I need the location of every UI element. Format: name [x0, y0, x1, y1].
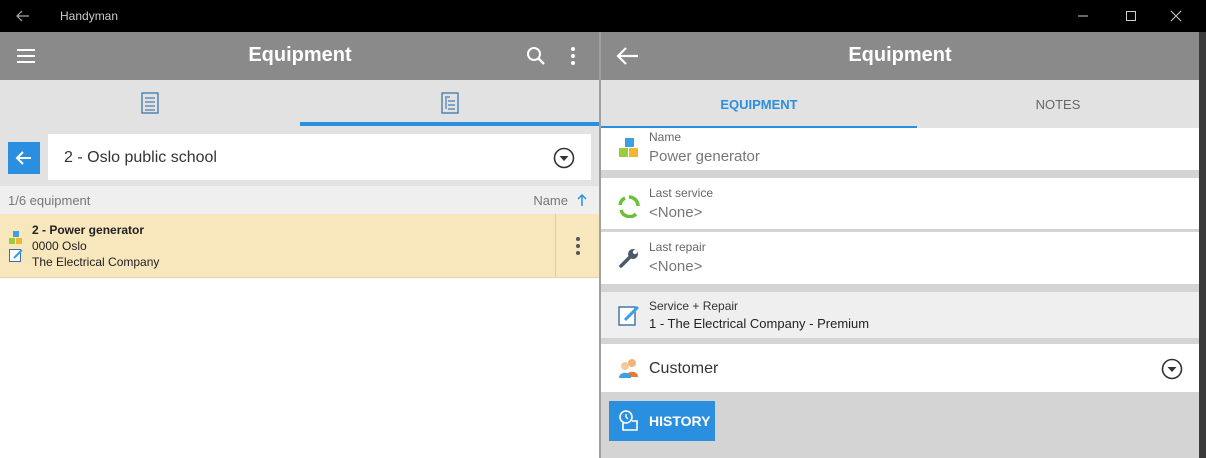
chevron-down-circle-icon [553, 147, 575, 169]
edit-document-icon [618, 305, 640, 326]
name-label: Name [649, 130, 682, 144]
more-vertical-icon [576, 237, 580, 255]
chevron-down-circle-icon[interactable] [1161, 358, 1183, 380]
history-icon [619, 410, 638, 431]
arrow-left-icon [15, 151, 31, 165]
list-header: 1/6 equipment Name [0, 186, 600, 214]
item-location: 0000 Oslo [32, 239, 87, 253]
view-tabs [0, 80, 600, 126]
window-edge [1199, 32, 1206, 458]
right-app-bar: Equipment [601, 32, 1199, 80]
recycle-icon [618, 195, 640, 218]
item-company: The Electrical Company [32, 255, 160, 269]
left-page-title: Equipment [248, 44, 352, 66]
equipment-count: 1/6 equipment [8, 193, 91, 208]
list-icon [141, 92, 159, 114]
last-service-label: Last service [649, 186, 714, 200]
boxes-icon [9, 231, 22, 244]
close-button[interactable] [1153, 0, 1199, 32]
last-service-field[interactable]: Last service <None> [601, 178, 1199, 230]
right-page-title: Equipment [848, 44, 952, 66]
left-app-bar: Equipment [0, 32, 600, 80]
last-repair-label: Last repair [649, 240, 706, 254]
location-dropdown[interactable]: 2 - Oslo public school [48, 134, 591, 180]
arrow-left-icon [16, 10, 29, 22]
minimize-icon [1078, 15, 1088, 17]
window-back-button[interactable] [10, 6, 36, 26]
arrow-up-icon[interactable] [576, 193, 588, 207]
edit-document-icon [9, 249, 23, 262]
tab-notes[interactable]: NOTES [917, 80, 1199, 128]
maximize-button[interactable] [1108, 0, 1154, 32]
service-repair-value: 1 - The Electrical Company - Premium [649, 316, 870, 331]
list-item[interactable]: 2 - Power generator 0000 Oslo The Electr… [0, 214, 600, 278]
tree-list-icon [441, 92, 459, 114]
customer-field[interactable]: Customer [601, 344, 1199, 392]
history-label: HISTORY [649, 413, 711, 429]
more-vertical-icon [571, 47, 575, 65]
filter-bar: 2 - Oslo public school [0, 126, 600, 186]
minimize-button[interactable] [1060, 0, 1106, 32]
location-dropdown-value: 2 - Oslo public school [64, 149, 217, 166]
sort-field-button[interactable]: Name [533, 193, 568, 208]
boxes-icon [619, 138, 638, 157]
service-repair-field[interactable]: Service + Repair 1 - The Electrical Comp… [601, 292, 1199, 338]
service-repair-label: Service + Repair [649, 299, 739, 313]
app-window: Handyman Equipment 2 - Oslo public schoo… [0, 0, 1206, 458]
last-service-value: <None> [649, 204, 703, 221]
detail-tabs: EQUIPMENT NOTES [601, 80, 1199, 128]
tab-tree-view[interactable] [300, 80, 600, 126]
filter-back-button[interactable] [8, 142, 40, 174]
close-icon [1170, 10, 1182, 22]
tab-equipment[interactable]: EQUIPMENT [601, 80, 917, 128]
name-value: Power generator [649, 148, 760, 165]
name-field[interactable]: Name Power generator [601, 128, 1199, 170]
customer-label: Customer [649, 360, 719, 377]
history-button[interactable]: HISTORY [609, 401, 715, 441]
people-icon [619, 359, 638, 378]
item-title: 2 - Power generator [32, 223, 145, 237]
search-icon [527, 47, 545, 65]
more-options-button[interactable] [562, 44, 584, 68]
equipment-list-pane: Equipment 2 - Oslo public school 1/6 equ… [0, 32, 600, 458]
item-more-button[interactable] [555, 214, 600, 278]
search-button[interactable] [524, 44, 548, 68]
maximize-icon [1126, 11, 1136, 21]
window-title: Handyman [60, 9, 119, 23]
last-repair-field[interactable]: Last repair <None> [601, 232, 1199, 284]
equipment-detail-pane: Equipment EQUIPMENT NOTES Name Power gen… [601, 32, 1199, 458]
last-repair-value: <None> [649, 258, 703, 275]
title-bar: Handyman [0, 0, 1206, 32]
wrench-icon [619, 249, 638, 268]
tab-list-view[interactable] [0, 80, 300, 126]
